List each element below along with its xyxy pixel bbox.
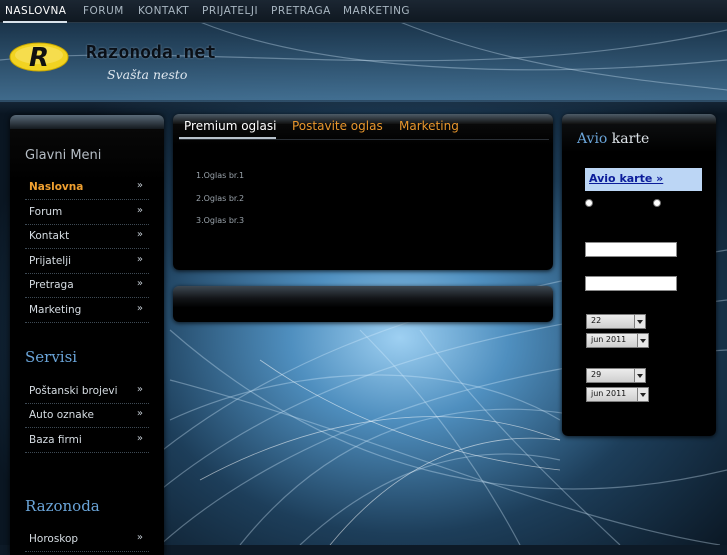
topnav-item-pretraga[interactable]: PRETRAGA — [271, 5, 331, 17]
chevron-right-icon: » — [136, 205, 143, 216]
title-part-avio: Avio — [577, 131, 608, 147]
sidebar-item-label: Kontakt — [29, 230, 70, 242]
services-title: Servisi — [25, 348, 78, 366]
sidebar-item-kontakt[interactable]: Kontakt » — [25, 224, 149, 249]
depart-day-select[interactable]: 22 — [586, 314, 646, 329]
sidebar-item-horoskop[interactable]: Horoskop » — [25, 527, 149, 552]
sidebar-item-pretraga[interactable]: Pretraga » — [25, 273, 149, 298]
sidebar-item-auto-oznake[interactable]: Auto oznake » — [25, 403, 149, 428]
radio-button-1[interactable] — [585, 199, 593, 207]
left-sidebar: Glavni Meni Naslovna » Forum » Kontakt »… — [10, 115, 164, 555]
from-city-input[interactable] — [585, 242, 677, 257]
ad-link[interactable]: 1.Oglas br.1 — [196, 171, 244, 180]
sidebar-item-forum[interactable]: Forum » — [25, 200, 149, 225]
site-logo[interactable]: R — [9, 38, 71, 74]
header-band — [0, 100, 727, 114]
topnav-item-forum[interactable]: FORUM — [83, 5, 124, 17]
select-value: jun 2011 — [591, 389, 627, 398]
ad-link[interactable]: 3.Oglas br.3 — [196, 216, 244, 225]
select-value: 29 — [591, 370, 602, 379]
avio-karte-link[interactable]: Avio karte » — [589, 172, 663, 185]
sidebar-item-label: Prijatelji — [29, 255, 72, 267]
sidebar-item-label: Auto oznake — [29, 409, 94, 421]
sidebar-item-label: Naslovna — [29, 181, 84, 193]
site-name[interactable]: Razonoda.net — [86, 42, 216, 63]
sidebar-item-label: Marketing — [29, 304, 82, 316]
avio-karte-link-box: Avio karte » — [585, 168, 702, 191]
sidebar-item-label: Baza firmi — [29, 434, 82, 446]
chevron-right-icon: » — [136, 433, 143, 444]
sidebar-item-prijatelji[interactable]: Prijatelji » — [25, 249, 149, 274]
to-city-input[interactable] — [585, 276, 677, 291]
dropdown-arrow-icon — [637, 334, 648, 347]
avio-karte-title: Avio karte — [577, 131, 649, 147]
tab-postavite-oglas[interactable]: Postavite oglas — [292, 119, 383, 133]
sidebar-item-label: Pretraga — [29, 279, 74, 291]
select-value: 22 — [591, 316, 602, 325]
ad-link[interactable]: 2.Oglas br.2 — [196, 194, 244, 203]
sidebar-item-label: Poštanski brojevi — [29, 385, 118, 397]
top-navigation: NASLOVNA FORUM KONTAKT PRIJATELJI PRETRA… — [0, 0, 727, 23]
sidebar-item-marketing[interactable]: Marketing » — [25, 298, 149, 323]
chevron-right-icon: » — [136, 254, 143, 265]
chevron-right-icon: » — [136, 278, 143, 289]
secondary-panel — [173, 286, 553, 322]
logo-letter: R — [29, 43, 49, 73]
title-part-karte: karte — [607, 131, 650, 147]
return-month-select[interactable]: jun 2011 — [586, 387, 649, 402]
razonoda-title: Razonoda — [25, 497, 100, 515]
sidebar-item-label: Horoskop — [29, 533, 79, 545]
site-slogan: Svašta nesto — [107, 67, 188, 82]
return-day-select[interactable]: 29 — [586, 368, 646, 383]
tab-premium-oglasi[interactable]: Premium oglasi — [184, 119, 276, 133]
sidebar-item-baza-firmi[interactable]: Baza firmi » — [25, 428, 149, 453]
premium-ads-panel: Premium oglasi Postavite oglas Marketing… — [173, 114, 553, 270]
topnav-item-kontakt[interactable]: KONTAKT — [138, 5, 189, 17]
topnav-item-prijatelji[interactable]: PRIJATELJI — [202, 5, 258, 17]
chevron-right-icon: » — [136, 229, 143, 240]
sidebar-bevel — [10, 115, 164, 129]
dropdown-arrow-icon — [637, 388, 648, 401]
sidebar-item-postanski-brojevi[interactable]: Poštanski brojevi » — [25, 379, 149, 404]
sidebar-item-naslovna[interactable]: Naslovna » — [25, 175, 149, 200]
chevron-right-icon: » — [136, 180, 143, 191]
topnav-item-marketing[interactable]: MARKETING — [343, 5, 410, 17]
radio-button-2[interactable] — [653, 199, 661, 207]
tab-divider — [179, 139, 549, 140]
sidebar-item-label: Forum — [29, 206, 63, 218]
panel-bevel — [562, 114, 716, 124]
depart-month-select[interactable]: jun 2011 — [586, 333, 649, 348]
dropdown-arrow-icon — [634, 369, 645, 382]
main-menu-title: Glavni Meni — [25, 148, 102, 163]
active-tab-indicator — [3, 21, 67, 23]
select-value: jun 2011 — [591, 335, 627, 344]
tab-marketing[interactable]: Marketing — [399, 119, 459, 133]
chevron-right-icon: » — [136, 384, 143, 395]
dropdown-arrow-icon — [634, 315, 645, 328]
chevron-right-icon: » — [136, 532, 143, 543]
chevron-right-icon: » — [136, 408, 143, 419]
chevron-right-icon: » — [136, 303, 143, 314]
avio-karte-panel: Avio karte Avio karte » 22 jun 2011 29 j… — [562, 114, 716, 436]
topnav-item-naslovna[interactable]: NASLOVNA — [5, 5, 66, 17]
